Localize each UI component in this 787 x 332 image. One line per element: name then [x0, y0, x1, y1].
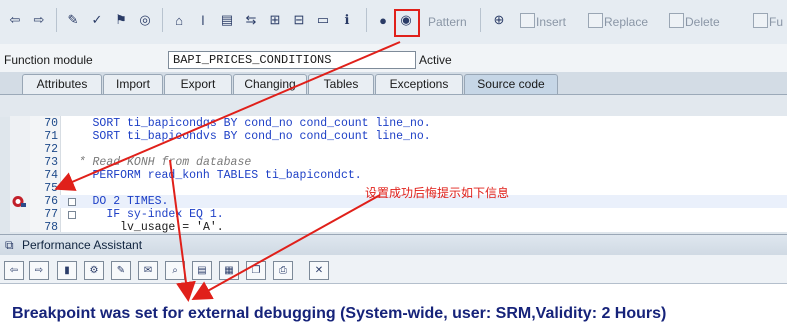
code-line[interactable]: 73 * Read KONH from database: [30, 156, 251, 169]
navigation-icon[interactable]: ⇆: [242, 11, 260, 29]
line-number: 74: [44, 169, 58, 182]
insert-button[interactable]: Insert: [536, 15, 566, 29]
enhance-icon[interactable]: ⊟: [290, 11, 308, 29]
tab-import[interactable]: Import: [103, 74, 163, 94]
session-breakpoint-icon[interactable]: ●: [374, 11, 392, 29]
tab-attributes[interactable]: Attributes: [22, 74, 102, 94]
line-number: 71: [44, 130, 58, 143]
tab-exceptions[interactable]: Exceptions: [375, 74, 463, 94]
check-icon[interactable]: ✓: [88, 11, 106, 29]
tab-source-code[interactable]: Source code: [464, 74, 558, 94]
code-text: IF sy-index EQ 1.: [106, 208, 224, 221]
copy-icon[interactable]: ❐: [246, 261, 266, 280]
code-comment: * Read KONH from database: [78, 156, 252, 169]
note-icon[interactable]: ✉: [138, 261, 158, 280]
tab-tables[interactable]: Tables: [308, 74, 374, 94]
code-line[interactable]: 78 lv_usage = 'A'.: [30, 221, 224, 234]
code-text: lv_usage = 'A'.: [120, 221, 224, 234]
window-icon: ⧉: [5, 238, 14, 252]
object-list-icon[interactable]: ǀ: [194, 11, 212, 29]
line-number: 72: [44, 143, 58, 156]
function-module-field[interactable]: BAPI_PRICES_CONDITIONS: [168, 51, 416, 69]
print-icon[interactable]: ⎙: [273, 261, 293, 280]
function-module-label: Function module: [4, 53, 93, 67]
line-number: 77: [44, 208, 58, 221]
function-icon[interactable]: [753, 13, 768, 28]
code-text: PERFORM read_konh TABLES ti_bapicondct.: [92, 169, 362, 182]
code-text: SORT ti_bapicondqs BY cond_no cond_count…: [92, 117, 431, 130]
activate-icon[interactable]: ⚑: [112, 11, 130, 29]
display-object-icon[interactable]: ▤: [218, 11, 236, 29]
line-number: 75: [44, 182, 58, 195]
breakpoint-gutter[interactable]: [10, 116, 30, 232]
edit-icon[interactable]: ✎: [111, 261, 131, 280]
code-line[interactable]: 75: [30, 182, 93, 195]
display-change-icon[interactable]: ✎: [64, 11, 82, 29]
list-icon[interactable]: ▤: [192, 261, 212, 280]
tab-changing[interactable]: Changing: [233, 74, 307, 94]
function-module-status: Active: [419, 53, 452, 67]
technical-info-icon[interactable]: ⚙: [84, 261, 104, 280]
code-text: DO 2 TIMES.: [92, 195, 169, 208]
delete-button[interactable]: Delete: [685, 15, 720, 29]
replace-icon[interactable]: [588, 13, 603, 28]
info-icon[interactable]: ℹ: [338, 11, 356, 29]
toolbar-separator: [480, 8, 481, 32]
function-button[interactable]: Fu: [769, 15, 783, 29]
line-number: 76: [44, 195, 58, 208]
code-line[interactable]: 71 SORT ti_bapicondvs BY cond_no cond_co…: [30, 130, 431, 143]
breakpoint-message: Breakpoint was set for external debuggin…: [12, 305, 667, 322]
test-icon[interactable]: ◎: [136, 11, 154, 29]
pattern-button[interactable]: Pattern: [428, 15, 467, 29]
fold-toggle-icon[interactable]: [68, 211, 76, 219]
code-line[interactable]: 77 IF sy-index EQ 1.: [30, 208, 224, 221]
settings-icon[interactable]: ▦: [219, 261, 239, 280]
line-number: 70: [44, 117, 58, 130]
editor-header: [0, 94, 787, 117]
delete-icon[interactable]: [669, 13, 684, 28]
tab-export[interactable]: Export: [164, 74, 232, 94]
code-line[interactable]: 72: [30, 143, 93, 156]
fold-toggle-icon[interactable]: [68, 198, 76, 206]
close-icon[interactable]: ✕: [309, 261, 329, 280]
external-breakpoint-marker-icon[interactable]: [12, 195, 26, 208]
line-number: 78: [44, 221, 58, 234]
line-number: 73: [44, 156, 58, 169]
performance-assistant-title: Performance Assistant: [22, 238, 143, 252]
forward-arrow-icon[interactable]: ⇨: [30, 11, 48, 29]
pretty-printer-icon[interactable]: ⊕: [490, 11, 508, 29]
toolbar-separator: [162, 8, 163, 32]
back-arrow-icon[interactable]: ⇦: [4, 261, 24, 280]
toolbar-separator: [56, 8, 57, 32]
back-arrow-icon[interactable]: ⇦: [6, 11, 24, 29]
code-line[interactable]: 70 SORT ti_bapicondqs BY cond_no cond_co…: [30, 117, 431, 130]
search-icon[interactable]: ⌕: [165, 261, 185, 280]
insert-icon[interactable]: [520, 13, 535, 28]
annotation-text: 设置成功后悔提示如下信息: [365, 186, 510, 200]
book-icon[interactable]: ▮: [57, 261, 77, 280]
toolbar-separator: [366, 8, 367, 32]
hierarchy-icon[interactable]: ⊞: [266, 11, 284, 29]
replace-button[interactable]: Replace: [604, 15, 648, 29]
code-line[interactable]: 76 DO 2 TIMES.: [30, 195, 168, 208]
where-used-icon[interactable]: ⌂: [170, 11, 188, 29]
breakpoint-highlight-box: [394, 9, 420, 37]
frame-icon[interactable]: ▭: [314, 11, 332, 29]
code-line[interactable]: 74 PERFORM read_konh TABLES ti_bapicondc…: [30, 169, 362, 182]
forward-arrow-icon[interactable]: ⇨: [29, 261, 49, 280]
code-text: SORT ti_bapicondvs BY cond_no cond_count…: [92, 130, 431, 143]
